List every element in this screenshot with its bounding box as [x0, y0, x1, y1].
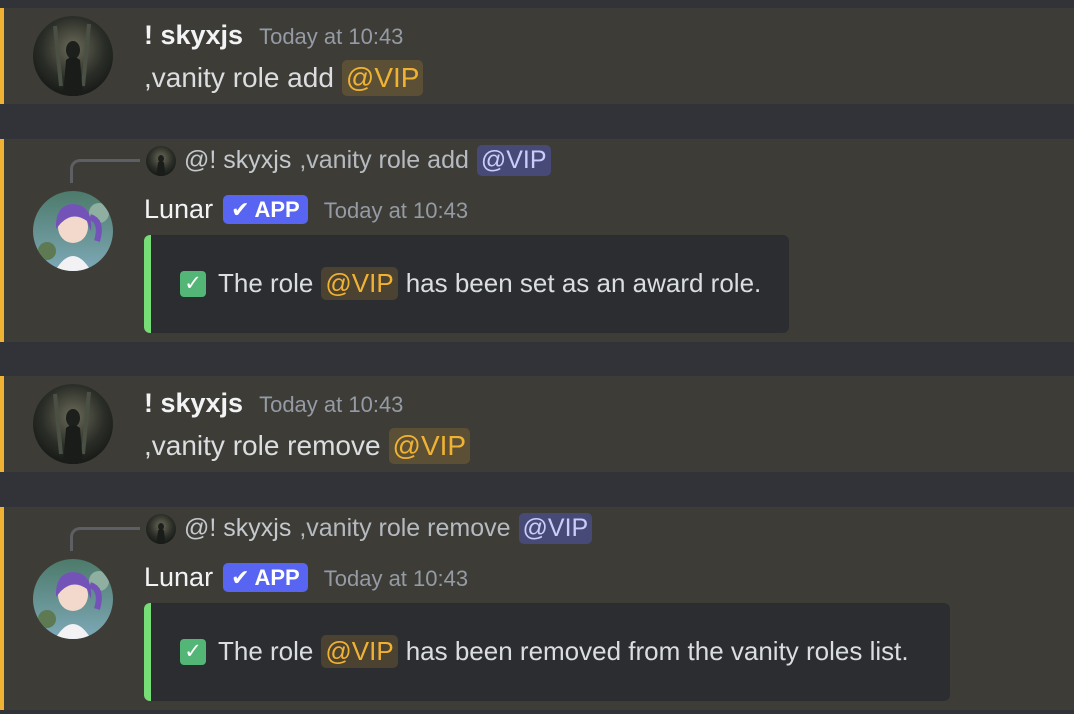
message-content: ,vanity role remove @VIP [144, 428, 471, 464]
embed-suffix: has been removed from the vanity roles l… [405, 636, 909, 666]
embed-description: ✓ The role @VIP has been removed from th… [180, 635, 909, 668]
embed-suffix: has been set as an award role. [405, 268, 762, 298]
reply-preview[interactable]: @! skyxjs ,vanity role remove @VIP [146, 513, 593, 544]
reply-avatar [146, 145, 176, 176]
message-text: ,vanity role add [144, 62, 334, 93]
message-header: ! skyxjs Today at 10:43 [144, 388, 403, 419]
username[interactable]: Lunar [144, 562, 213, 593]
check-icon: ✔ [231, 564, 250, 590]
app-badge-label: APP [254, 196, 300, 222]
app-badge-label: APP [254, 564, 300, 590]
message-1: ! skyxjs Today at 10:43 ,vanity role add… [0, 8, 1074, 104]
reply-username: @! skyxjs [184, 146, 292, 174]
embed-prefix: The role [218, 636, 314, 666]
avatar[interactable] [33, 559, 113, 639]
message-header: ! skyxjs Today at 10:43 [144, 20, 403, 51]
reply-text: ,vanity role add [299, 146, 469, 174]
message-content: ,vanity role add @VIP [144, 60, 424, 96]
avatar[interactable] [33, 191, 113, 271]
avatar[interactable] [33, 384, 113, 464]
role-mention[interactable]: @VIP [321, 635, 398, 668]
username[interactable]: ! skyxjs [144, 388, 243, 419]
white-check-mark-icon: ✓ [180, 638, 206, 665]
app-badge: ✔ APP [223, 563, 308, 592]
reply-connector [70, 527, 140, 551]
message-3: ! skyxjs Today at 10:43 ,vanity role rem… [0, 376, 1074, 472]
white-check-mark-icon: ✓ [180, 270, 206, 297]
embed-prefix: The role [218, 268, 314, 298]
reply-role-mention: @VIP [476, 145, 551, 176]
embed: ✓ The role @VIP has been removed from th… [144, 603, 950, 701]
timestamp[interactable]: Today at 10:43 [324, 566, 468, 592]
timestamp[interactable]: Today at 10:43 [259, 24, 403, 50]
check-icon: ✔ [231, 196, 250, 222]
role-mention[interactable]: @VIP [321, 267, 398, 300]
timestamp[interactable]: Today at 10:43 [324, 198, 468, 224]
reply-role-mention: @VIP [518, 513, 593, 544]
app-badge: ✔ APP [223, 195, 308, 224]
username[interactable]: ! skyxjs [144, 20, 243, 51]
role-mention[interactable]: @VIP [341, 60, 424, 96]
message-text: ,vanity role remove [144, 430, 381, 461]
reply-avatar [146, 513, 176, 544]
reply-preview[interactable]: @! skyxjs ,vanity role add @VIP [146, 145, 551, 176]
timestamp[interactable]: Today at 10:43 [259, 392, 403, 418]
reply-username: @! skyxjs [184, 514, 292, 542]
message-header: Lunar ✔ APP Today at 10:43 [144, 194, 468, 225]
message-4: @! skyxjs ,vanity role remove @VIP Lunar… [0, 507, 1074, 710]
username[interactable]: Lunar [144, 194, 213, 225]
reply-connector [70, 159, 140, 183]
avatar[interactable] [33, 16, 113, 96]
message-2: @! skyxjs ,vanity role add @VIP Lunar ✔ … [0, 139, 1074, 342]
embed-description: ✓ The role @VIP has been set as an award… [180, 267, 761, 300]
reply-text: ,vanity role remove [299, 514, 511, 542]
message-header: Lunar ✔ APP Today at 10:43 [144, 562, 468, 593]
embed: ✓ The role @VIP has been set as an award… [144, 235, 789, 333]
role-mention[interactable]: @VIP [388, 428, 471, 464]
